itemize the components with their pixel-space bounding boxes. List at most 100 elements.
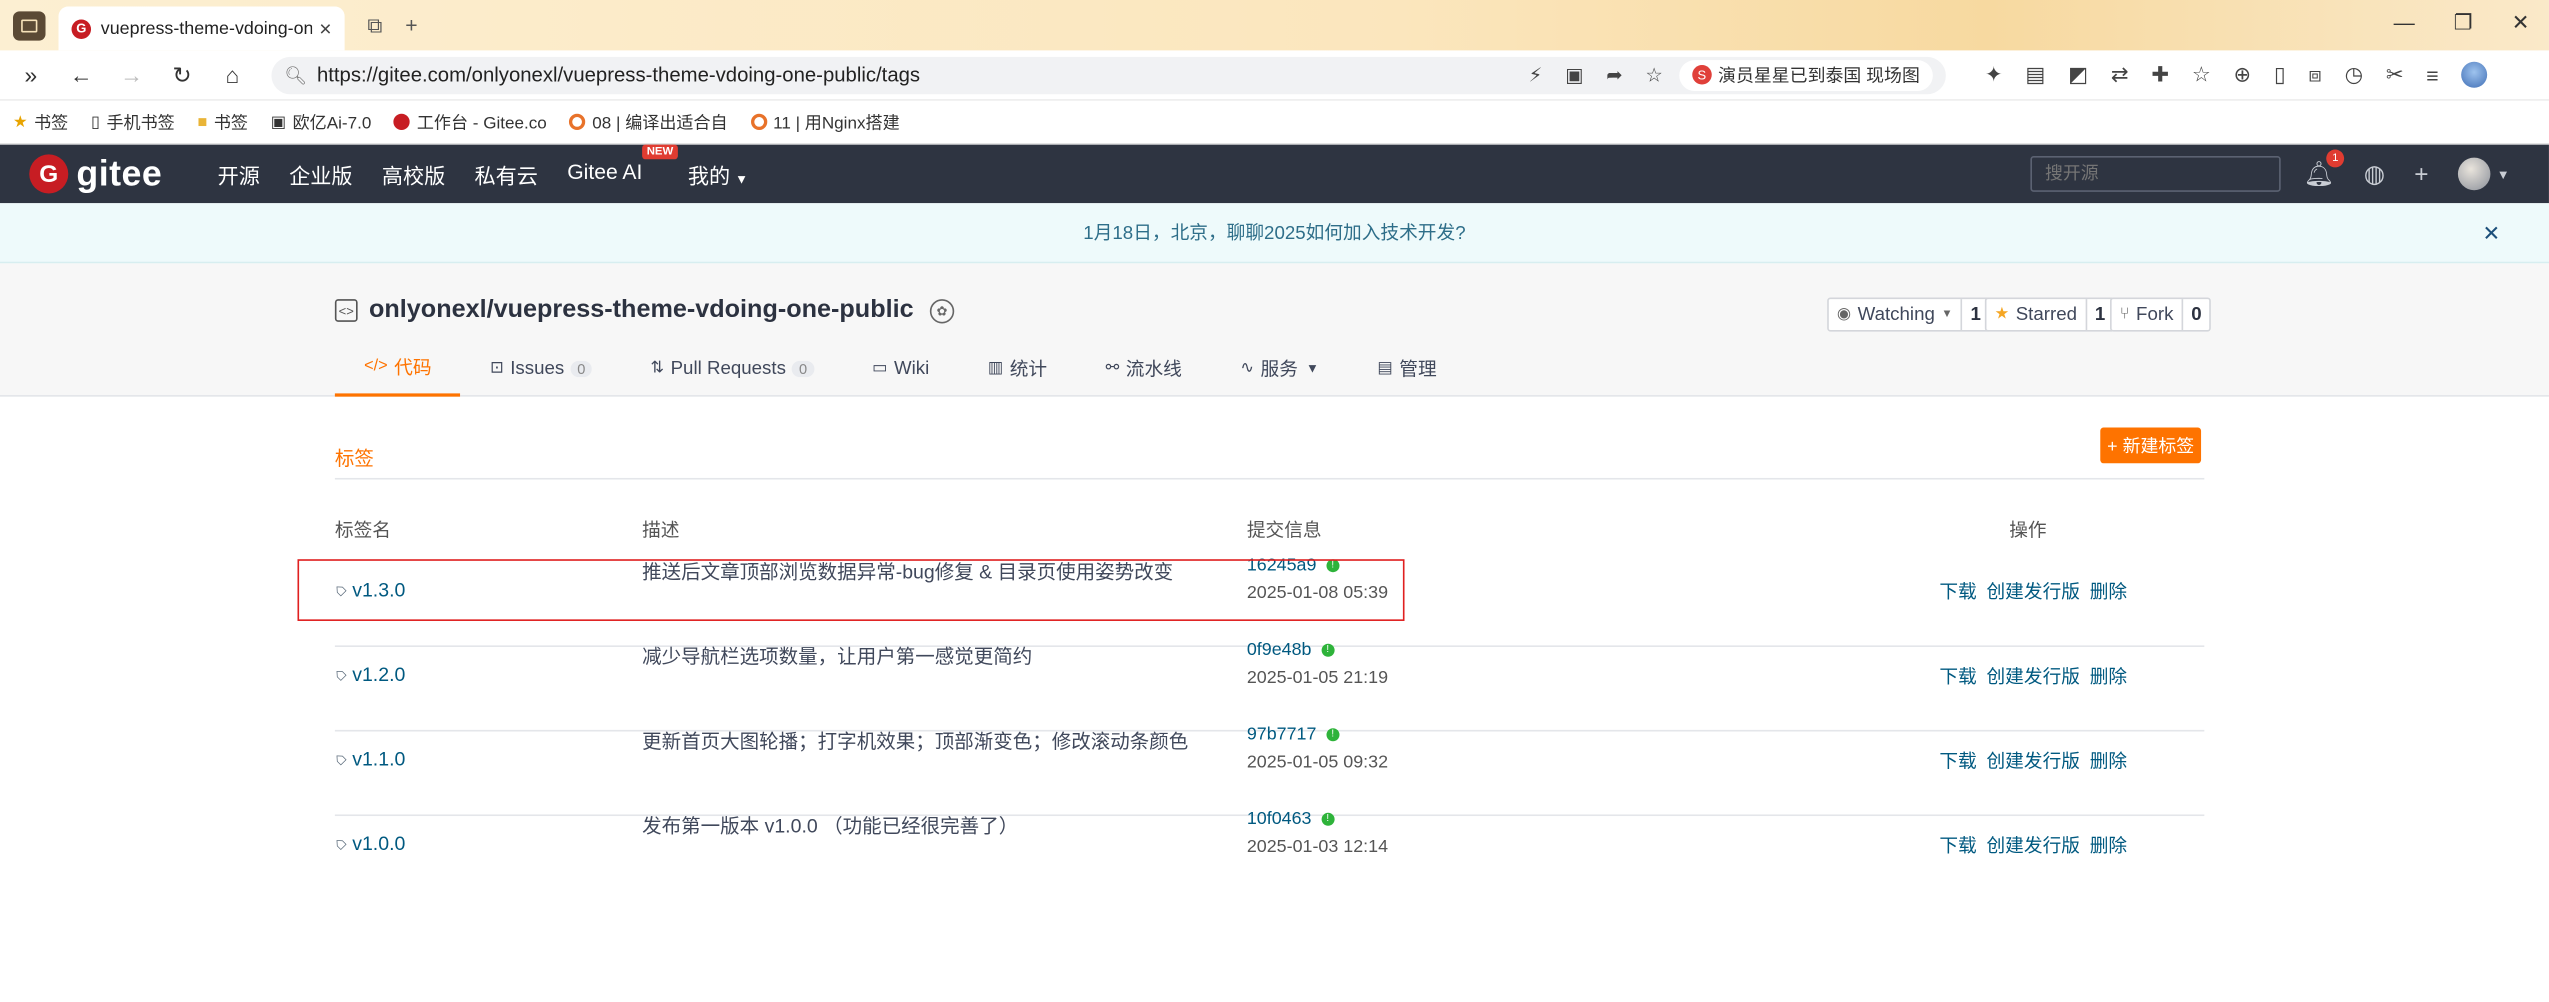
- bookmark-item[interactable]: ▣ 欧亿Ai-7.0: [271, 110, 372, 134]
- favorite-star-icon[interactable]: ☆: [1645, 63, 1663, 86]
- bookmark-item[interactable]: 08 | 编译出适合自: [569, 110, 728, 134]
- caret-down-icon: ▼: [1306, 360, 1319, 376]
- create-release-link[interactable]: 创建发行版: [1986, 663, 2079, 689]
- forward-button[interactable]: →: [114, 62, 150, 88]
- new-tab-button[interactable]: +: [405, 13, 417, 37]
- home-button[interactable]: ⌂: [215, 62, 251, 88]
- user-avatar[interactable]: [2457, 157, 2491, 191]
- column-header-commit: 提交信息: [1246, 521, 1322, 542]
- screenshot-icon[interactable]: ⧈: [2308, 62, 2321, 88]
- tab-pipeline[interactable]: ⚯ 流水线: [1076, 340, 1211, 397]
- bookmark-item[interactable]: 工作台 - Gitee.co: [394, 110, 547, 134]
- browser-tab[interactable]: G vuepress-theme-vdoing-one- ×: [58, 6, 345, 51]
- restore-button[interactable]: ❐: [2454, 10, 2473, 36]
- announcement-close-icon[interactable]: ✕: [2482, 221, 2500, 247]
- lightning-icon[interactable]: ⚡: [1529, 63, 1543, 86]
- tab-issues[interactable]: ⊡ Issues 0: [461, 340, 621, 397]
- browser-avatar[interactable]: [2461, 61, 2488, 88]
- tag-name: v1.0.0: [352, 832, 406, 856]
- bookmark-item[interactable]: ▯ 手机书签: [91, 110, 175, 134]
- site-search-input[interactable]: [2030, 156, 2281, 192]
- logo-text: gitee: [76, 152, 163, 194]
- commit-sha-link[interactable]: 97b7717!: [1247, 725, 1340, 745]
- tab-manage[interactable]: ▤ 管理: [1348, 340, 1466, 397]
- download-link[interactable]: 下载: [1939, 579, 1976, 605]
- create-plus-icon[interactable]: +: [2414, 160, 2428, 188]
- bookmark-star-icon[interactable]: ☆: [2192, 62, 2211, 88]
- tab-stats[interactable]: ▥ 统计: [959, 340, 1077, 397]
- delete-link[interactable]: 删除: [2090, 748, 2127, 774]
- site-header: G gitee 开源 企业版 高校版 私有云 Gitee AINEW 我的▼ 🔔…: [0, 143, 2549, 204]
- bookmark-item[interactable]: 11 | 用Nginx搭建: [750, 110, 900, 134]
- chart-app-icon[interactable]: ◩: [2068, 62, 2088, 88]
- share-icon[interactable]: ➦: [1606, 63, 1622, 86]
- create-release-link[interactable]: 创建发行版: [1986, 832, 2079, 858]
- red-highlight-annotation: [297, 559, 1405, 621]
- create-release-link[interactable]: 创建发行版: [1986, 579, 2079, 605]
- tab-close-icon[interactable]: ×: [319, 16, 331, 40]
- pipeline-icon: ⚯: [1105, 359, 1120, 378]
- delete-link[interactable]: 删除: [2090, 832, 2127, 858]
- star-group: ★ Starred 1: [1984, 297, 2116, 332]
- tag-name-link[interactable]: ⌂ v1.2.0: [330, 663, 406, 686]
- download-link[interactable]: 下载: [1939, 748, 1976, 774]
- sidebar-toggle-icon[interactable]: [13, 10, 46, 40]
- close-window-button[interactable]: ✕: [2512, 10, 2530, 36]
- fork-button[interactable]: ⑂ Fork: [2112, 299, 2184, 330]
- commit-sha-link[interactable]: 10f0463!: [1247, 810, 1335, 829]
- url-text[interactable]: https://gitee.com/onlyonexl/vuepress-the…: [317, 63, 1529, 86]
- reload-button[interactable]: ↻: [164, 61, 200, 89]
- tag-name-link[interactable]: ⌂ v1.1.0: [330, 748, 406, 771]
- download-icon[interactable]: ⊕: [2234, 62, 2252, 88]
- tag-icon: ⌂: [329, 748, 352, 770]
- watch-button[interactable]: ◉ Watching ▼: [1829, 299, 1963, 330]
- scissors-icon[interactable]: ✂: [2386, 62, 2404, 88]
- phone-icon[interactable]: ▯: [2274, 62, 2286, 88]
- address-bar[interactable]: 🔍︎ https://gitee.com/onlyonexl/vuepress-…: [271, 56, 1946, 94]
- tab-label: 代码: [394, 358, 432, 378]
- translate-icon[interactable]: ⇄: [2111, 62, 2129, 88]
- tab-groups-icon[interactable]: ⧉: [367, 12, 382, 38]
- minimize-button[interactable]: —: [2394, 10, 2415, 36]
- tab-pull-requests[interactable]: ⇅ Pull Requests 0: [621, 340, 843, 397]
- delete-link[interactable]: 删除: [2090, 579, 2127, 605]
- back-button[interactable]: ←: [63, 62, 99, 88]
- delete-link[interactable]: 删除: [2090, 663, 2127, 689]
- hot-search-chip[interactable]: S 演员星星已到泰国 现场图: [1679, 59, 1933, 91]
- nav-enterprise[interactable]: 企业版: [289, 158, 352, 189]
- extensions-icon[interactable]: ✚: [2151, 62, 2169, 88]
- recommend-badge-icon[interactable]: ✿: [929, 298, 955, 323]
- nav-gitee-ai[interactable]: Gitee AI NEW: [567, 143, 679, 189]
- nav-open-source[interactable]: 开源: [218, 158, 260, 189]
- gitee-favicon-icon: G: [71, 18, 92, 39]
- collections-icon[interactable]: ▤: [2025, 62, 2045, 88]
- bookmark-item[interactable]: ■ 书签: [197, 110, 247, 134]
- nav-mine[interactable]: 我的 ▼: [688, 158, 748, 189]
- star-button[interactable]: ★ Starred: [1986, 299, 2087, 330]
- project-name[interactable]: onlyonexl/vuepress-theme-vdoing-one-publ…: [369, 296, 914, 325]
- bar-chart-icon: ▥: [987, 359, 1004, 378]
- tab-code[interactable]: </> 代码: [334, 340, 461, 397]
- gitee-logo[interactable]: G gitee: [29, 153, 162, 195]
- ai-icon[interactable]: ✦: [1985, 62, 2003, 88]
- tab-wiki[interactable]: ▭ Wiki: [843, 340, 959, 397]
- bookmark-item[interactable]: ★ 书签: [13, 110, 68, 134]
- create-release-link[interactable]: 创建发行版: [1986, 748, 2079, 774]
- fork-count[interactable]: 0: [2183, 299, 2210, 330]
- nav-education[interactable]: 高校版: [382, 158, 445, 189]
- menu-icon[interactable]: ≡: [2426, 63, 2438, 87]
- reader-icon[interactable]: ▣: [1565, 63, 1583, 86]
- history-icon[interactable]: ◷: [2345, 62, 2363, 88]
- commit-sha-link[interactable]: 0f9e48b!: [1247, 640, 1335, 660]
- tag-name-link[interactable]: ⌂ v1.0.0: [330, 832, 406, 856]
- avatar-caret-icon[interactable]: ▼: [2497, 167, 2510, 182]
- expand-icon[interactable]: »: [13, 62, 49, 88]
- notification-bell-icon[interactable]: 🔔︎ 1: [2303, 149, 2345, 189]
- download-link[interactable]: 下载: [1939, 663, 1976, 689]
- tab-services[interactable]: ∿ 服务 ▼: [1211, 340, 1348, 397]
- location-pin-icon[interactable]: ◍: [2364, 159, 2385, 189]
- download-link[interactable]: 下载: [1939, 832, 1976, 858]
- nav-private-cloud[interactable]: 私有云: [475, 158, 538, 189]
- announcement-text[interactable]: 1月18日，北京，聊聊2025如何加入技术开发?: [1083, 219, 1465, 245]
- new-tag-button[interactable]: + 新建标签: [2100, 427, 2202, 464]
